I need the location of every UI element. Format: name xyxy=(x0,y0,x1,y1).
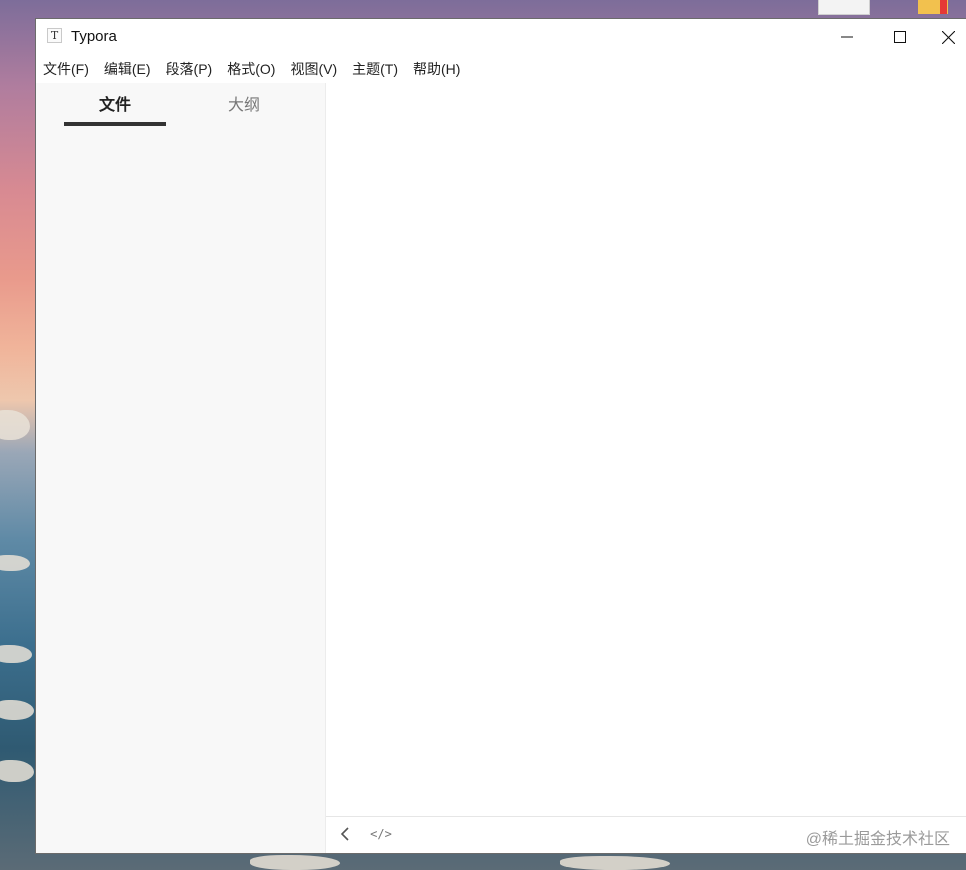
watermark-text: @稀土掘金技术社区 xyxy=(805,831,950,848)
wallpaper-rock xyxy=(0,645,32,663)
sidebar: 文件 大纲 xyxy=(36,83,326,853)
editor-area[interactable] xyxy=(326,83,966,817)
wallpaper-rock xyxy=(0,760,34,782)
title-bar[interactable]: T Typora xyxy=(36,19,966,55)
window-title: Typora xyxy=(71,28,117,45)
maximize-button[interactable] xyxy=(874,19,926,55)
tab-outline[interactable]: 大纲 xyxy=(193,96,295,116)
menu-paragraph[interactable]: 段落(P) xyxy=(166,59,213,79)
typora-app-icon[interactable]: T xyxy=(47,28,62,43)
back-button[interactable] xyxy=(336,825,354,843)
menu-view[interactable]: 视图(V) xyxy=(290,59,337,79)
status-bar: </> @稀土掘金技术社区 xyxy=(326,816,966,853)
source-mode-button[interactable]: </> xyxy=(370,825,392,843)
desktop-document-icon[interactable] xyxy=(818,0,870,15)
minimize-button[interactable] xyxy=(821,19,873,55)
wallpaper-rock xyxy=(560,856,670,870)
active-tab-indicator xyxy=(64,122,166,126)
menu-edit[interactable]: 编辑(E) xyxy=(104,59,151,79)
chevron-left-icon xyxy=(340,827,349,841)
close-button[interactable] xyxy=(929,19,966,55)
typora-window: T Typora 文件(F) 编辑(E) 段落(P) 格式(O) 视图(V) 主… xyxy=(35,18,966,854)
desktop-background: T Typora 文件(F) 编辑(E) 段落(P) 格式(O) 视图(V) 主… xyxy=(0,0,966,870)
tab-files[interactable]: 文件 xyxy=(64,96,166,116)
desktop-folder-badge-icon xyxy=(940,0,947,14)
wallpaper-rock xyxy=(250,855,340,870)
menu-help[interactable]: 帮助(H) xyxy=(413,59,460,79)
menu-theme[interactable]: 主题(T) xyxy=(352,59,398,79)
wallpaper-rock xyxy=(0,410,30,440)
wallpaper-rock xyxy=(0,555,30,571)
menu-format[interactable]: 格式(O) xyxy=(227,59,275,79)
menu-bar: 文件(F) 编辑(E) 段落(P) 格式(O) 视图(V) 主题(T) 帮助(H… xyxy=(36,55,966,83)
minimize-icon xyxy=(841,36,853,38)
close-icon xyxy=(941,30,955,44)
menu-file[interactable]: 文件(F) xyxy=(43,59,89,79)
wallpaper-rock xyxy=(0,700,34,720)
maximize-icon xyxy=(894,31,906,43)
